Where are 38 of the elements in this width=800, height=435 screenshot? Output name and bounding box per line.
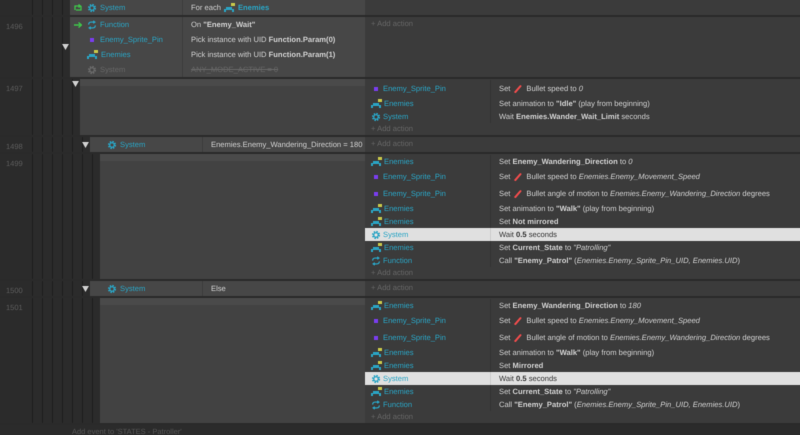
square-icon [374, 336, 378, 340]
invader-icon [371, 98, 382, 108]
invader-icon [371, 348, 382, 358]
collapse-arrow-icon[interactable] [72, 81, 78, 87]
bullet-icon [514, 316, 522, 324]
invader-icon [371, 386, 382, 396]
invader-icon [371, 360, 382, 370]
square-icon [374, 86, 378, 90]
cycle-arrows-icon [87, 20, 97, 30]
collapse-arrow-icon[interactable] [82, 286, 88, 292]
gear-icon [371, 230, 381, 240]
cycle-arrows-icon [371, 256, 381, 266]
arrow-icon [74, 22, 82, 28]
collapse-arrow-icon[interactable] [62, 44, 68, 50]
invader-icon [87, 50, 98, 60]
cycle-arrows-icon [371, 400, 381, 410]
square-icon [374, 318, 378, 322]
loop-icon [74, 4, 82, 11]
square-icon [374, 192, 378, 196]
invader-icon [371, 204, 382, 214]
invader-icon [371, 300, 382, 310]
gear-icon [371, 112, 381, 122]
square-icon [90, 38, 94, 42]
invader-icon [224, 2, 235, 12]
bullet-icon [514, 84, 522, 92]
bullet-icon [514, 334, 522, 342]
gear-icon [107, 284, 117, 294]
bullet-icon [514, 190, 522, 198]
collapse-arrow-icon[interactable] [82, 142, 88, 148]
gear-icon [107, 140, 117, 150]
invader-icon [371, 156, 382, 166]
square-icon [374, 174, 378, 178]
invader-icon [371, 216, 382, 226]
bullet-icon [514, 172, 522, 180]
gear-icon [87, 2, 97, 12]
gear-icon [87, 64, 97, 74]
gear-icon [371, 374, 381, 384]
invader-icon [371, 242, 382, 252]
